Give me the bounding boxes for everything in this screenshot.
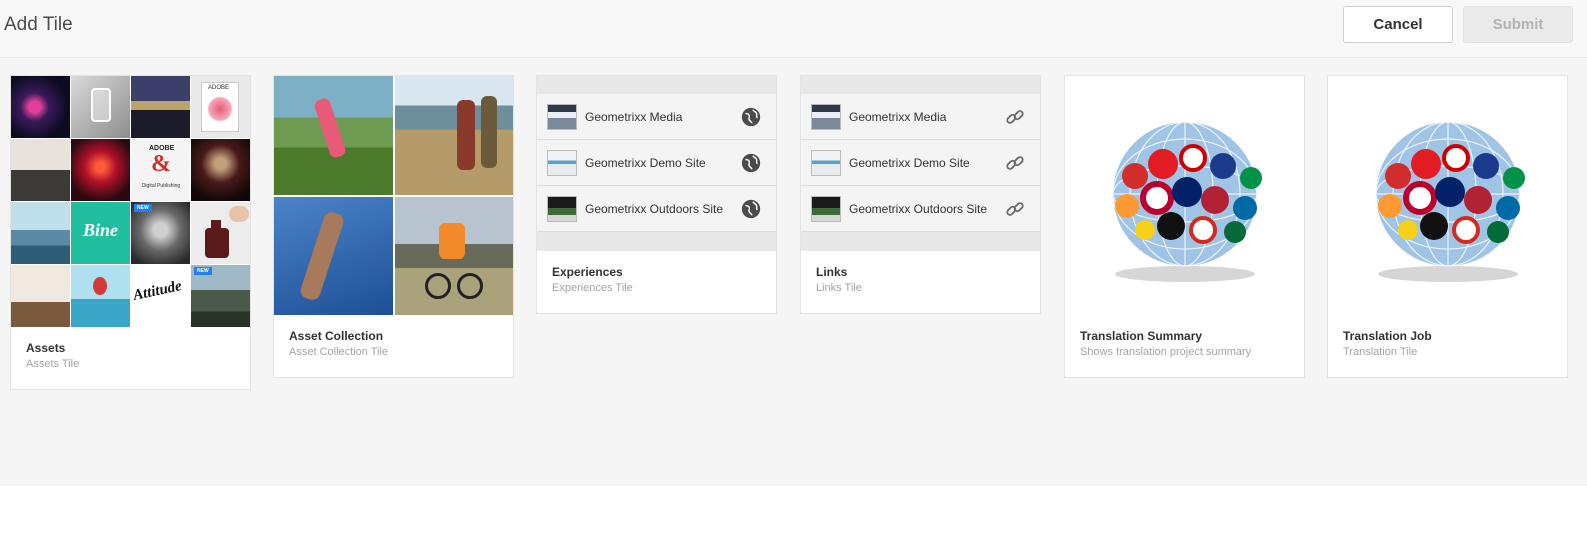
tile-title: Translation Summary — [1080, 329, 1203, 343]
globe-icon — [741, 199, 761, 219]
tile-title: Asset Collection — [289, 329, 384, 343]
assets-image — [71, 139, 130, 201]
list-item-label: Geometrixx Demo Site — [849, 155, 970, 170]
tile-subtitle: Shows translation project summary — [1080, 346, 1252, 358]
dialog-title: Add Tile — [4, 14, 73, 35]
assets-image: NEW — [131, 202, 190, 264]
add-tile-dialog: Add Tile Cancel Submit ADOBE ADOBE & Dig… — [0, 0, 1587, 486]
assets-image — [71, 265, 130, 327]
assets-image — [11, 202, 70, 264]
list-item: Geometrixx Outdoors Site — [537, 186, 776, 232]
assets-image — [11, 76, 70, 138]
new-badge: NEW — [134, 204, 152, 212]
list-item-label: Geometrixx Outdoors Site — [585, 201, 724, 216]
attitude-label: Attitude — [131, 278, 184, 304]
list-item: Geometrixx Media — [801, 94, 1040, 140]
tile-title: Links — [816, 265, 848, 279]
assets-image — [11, 265, 70, 327]
tile-title: Assets — [26, 341, 66, 355]
asset-collection-thumbnail — [274, 76, 513, 315]
flag-globe-image — [1065, 76, 1304, 315]
collection-image — [274, 196, 393, 315]
cancel-button[interactable]: Cancel — [1343, 6, 1453, 43]
tile-subtitle: Assets Tile — [26, 358, 80, 370]
dialog-header: Add Tile Cancel Submit — [0, 0, 1587, 58]
tile-experiences[interactable]: Geometrixx Media Geometrixx Demo Site Ge… — [536, 75, 777, 314]
list-item: Geometrixx Media — [537, 94, 776, 140]
site-thumbnail — [811, 195, 841, 222]
list-item: Geometrixx Outdoors Site — [801, 186, 1040, 232]
tile-subtitle: Links Tile — [816, 282, 862, 294]
list-item-label: Geometrixx Demo Site — [585, 155, 706, 170]
link-icon — [1006, 156, 1024, 170]
site-thumbnail — [547, 103, 577, 130]
globe-icon — [741, 153, 761, 173]
list-item-label: Geometrixx Outdoors Site — [849, 201, 988, 216]
link-icon — [1006, 202, 1024, 216]
tile-links[interactable]: Geometrixx Media Geometrixx Demo Site Ge… — [800, 75, 1041, 314]
tile-subtitle: Experiences Tile — [552, 282, 633, 294]
bine-tile: Bine — [71, 202, 130, 264]
new-badge: NEW — [194, 267, 212, 275]
collection-image — [394, 76, 513, 195]
tile-translation-summary[interactable]: Translation Summary Shows translation pr… — [1064, 75, 1305, 378]
assets-thumbnail-mosaic: ADOBE ADOBE & Digital Publishing Bine NE… — [11, 76, 250, 327]
list-item: Geometrixx Demo Site — [801, 140, 1040, 186]
link-icon — [1006, 110, 1024, 124]
assets-image — [191, 139, 250, 201]
flag-globe-image — [1328, 76, 1567, 315]
assets-image — [11, 139, 70, 201]
tile-assets[interactable]: ADOBE ADOBE & Digital Publishing Bine NE… — [10, 75, 251, 390]
ampersand-logo: & — [151, 151, 171, 177]
site-thumbnail — [811, 149, 841, 176]
tile-title: Experiences — [552, 265, 623, 279]
list-item-label: Geometrixx Media — [849, 109, 947, 124]
assets-image: NEW — [191, 265, 250, 327]
list-item-label: Geometrixx Media — [585, 109, 683, 124]
assets-image: ADOBE — [191, 76, 250, 138]
assets-image — [191, 202, 250, 264]
tile-title: Translation Job — [1343, 329, 1432, 343]
assets-image — [131, 76, 190, 138]
site-thumbnail — [811, 103, 841, 130]
assets-image: ADOBE & Digital Publishing — [131, 139, 190, 201]
bine-label: Bine — [82, 220, 118, 240]
globe-icon — [741, 107, 761, 127]
experiences-list: Geometrixx Media Geometrixx Demo Site Ge… — [537, 76, 776, 251]
collection-image — [394, 196, 513, 315]
list-item: Geometrixx Demo Site — [537, 140, 776, 186]
tile-translation-job[interactable]: Translation Job Translation Tile — [1327, 75, 1568, 378]
digital-publishing-label: Digital Publishing — [141, 183, 181, 189]
submit-button[interactable]: Submit — [1463, 6, 1573, 43]
tile-subtitle: Asset Collection Tile — [289, 346, 389, 358]
assets-image — [71, 76, 130, 138]
site-thumbnail — [547, 195, 577, 222]
tile-asset-collection[interactable]: Asset Collection Asset Collection Tile — [273, 75, 514, 378]
tile-subtitle: Translation Tile — [1343, 346, 1418, 358]
adobe-mini-label: ADOBE — [208, 85, 230, 91]
links-list: Geometrixx Media Geometrixx Demo Site Ge… — [801, 76, 1040, 251]
assets-image: Attitude — [131, 265, 190, 327]
site-thumbnail — [547, 149, 577, 176]
collection-image — [274, 76, 393, 195]
